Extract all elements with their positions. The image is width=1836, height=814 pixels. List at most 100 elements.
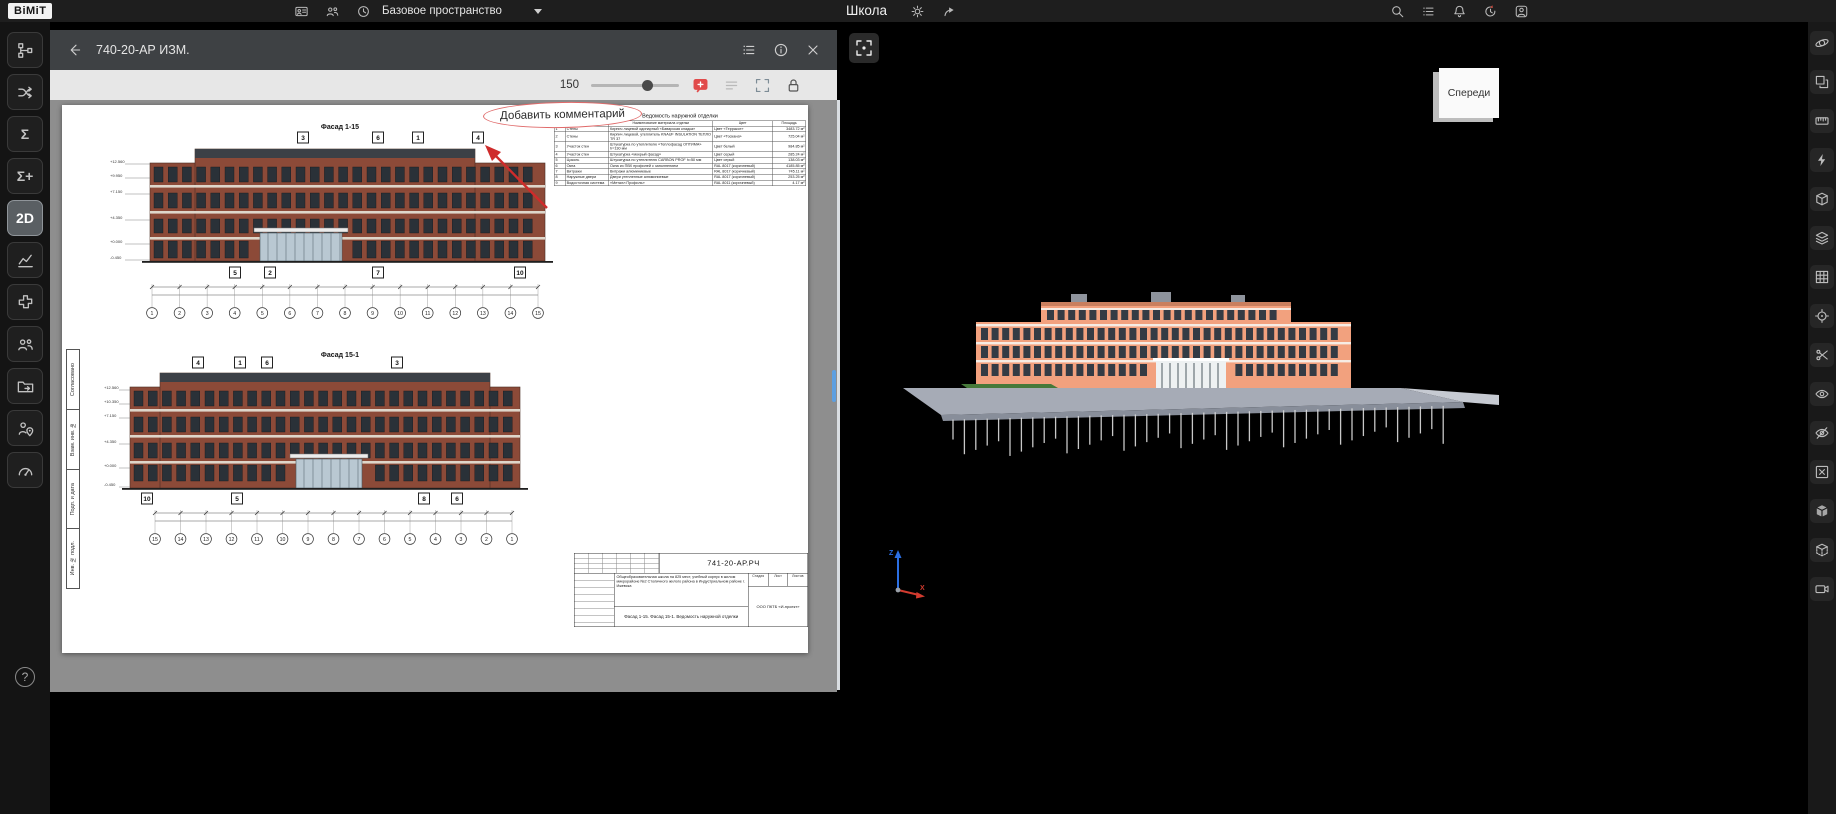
sidebar-item-plugins[interactable] (7, 284, 43, 320)
sidebar-item-users[interactable] (7, 326, 43, 362)
notifications-bell-icon[interactable] (1450, 2, 1468, 20)
sidebar-item-2d-mode[interactable]: 2D (7, 200, 43, 236)
layers-icon[interactable] (1810, 226, 1834, 250)
title-block-stage-cells: Стадия Лист Листов (749, 574, 808, 587)
title-block-code: 741-20-АР.РЧ (660, 554, 808, 574)
svg-text:15: 15 (535, 311, 541, 317)
svg-text:4: 4 (434, 537, 437, 543)
orbit-icon[interactable] (1810, 31, 1834, 55)
view-cube-front[interactable]: Спереди (1439, 68, 1499, 118)
svg-text:3: 3 (395, 360, 399, 367)
sidebar-item-dashboard[interactable] (7, 452, 43, 488)
table-cell: 2 (554, 132, 565, 142)
project-title: Школа (846, 3, 887, 18)
building-geometry (903, 292, 1499, 421)
svg-text:6: 6 (455, 496, 459, 503)
sidebar-item-charts[interactable] (7, 242, 43, 278)
svg-text:12: 12 (229, 537, 235, 543)
facade-15-1-drawing: Фасад 15-1 15141312111098765432141631058… (100, 345, 540, 553)
sidebar-item-sigma-plus[interactable]: Σ+ (7, 158, 43, 194)
svg-text:11: 11 (254, 537, 259, 543)
app-logo[interactable]: BiMiT (8, 3, 52, 19)
widgets-icon[interactable] (292, 2, 310, 20)
sheet-list-icon[interactable] (739, 40, 759, 60)
svg-text:9: 9 (371, 311, 374, 317)
axis-x-label: X (920, 585, 925, 592)
lock-sync-icon[interactable] (784, 76, 803, 95)
svg-text:13: 13 (480, 311, 486, 317)
workspace-selector[interactable]: Базовое пространство (382, 0, 542, 22)
svg-text:5: 5 (235, 496, 239, 503)
sheet-stamp-column: Согласовано Взам. инв. № Подп. и дата Ин… (66, 349, 80, 589)
views-icon[interactable] (1810, 70, 1834, 94)
sidebar-item-user-location[interactable] (7, 410, 43, 446)
close-icon[interactable] (803, 40, 823, 60)
sidebar-item-relations[interactable] (7, 74, 43, 110)
settings-gear-icon[interactable] (908, 2, 926, 20)
document-viewer-area[interactable]: Фасад 1-15 12345678910111213141536145271… (50, 100, 837, 692)
stamp-label: Взам. инв. № (70, 422, 76, 456)
history-icon[interactable] (354, 2, 372, 20)
sidebar-item-structure[interactable] (7, 32, 43, 68)
back-arrow-icon[interactable] (64, 40, 84, 60)
cube-icon[interactable] (1810, 499, 1834, 523)
svg-text:12: 12 (452, 311, 458, 317)
table-cell: 3 (554, 142, 565, 152)
zoom-value: 150 (560, 79, 579, 91)
fullscreen-icon[interactable] (753, 76, 772, 95)
stamp-cell: Инв. № подл. (67, 529, 79, 588)
facade-bottom-title: Фасад 15-1 (321, 352, 359, 359)
clash-icon[interactable] (1810, 148, 1834, 172)
title-block-sheet-name: Фасад 1-15. Фасад 15-1. Ведомость наружн… (615, 606, 749, 626)
box-remove-icon[interactable] (1810, 460, 1834, 484)
zoom-slider[interactable] (591, 84, 679, 87)
svg-text:2: 2 (178, 311, 181, 317)
chevron-down-icon (534, 9, 542, 14)
locate-icon[interactable] (1810, 304, 1834, 328)
svg-text:1: 1 (511, 537, 514, 543)
info-icon[interactable] (771, 40, 791, 60)
focus-selection-icon[interactable] (849, 33, 879, 63)
add-comment-icon[interactable] (691, 76, 710, 95)
comments-list-icon[interactable] (722, 76, 741, 95)
measure-icon[interactable] (1810, 109, 1834, 133)
camera-icon[interactable] (1810, 577, 1834, 601)
viewport-3d[interactable]: Спереди Z X (841, 22, 1808, 814)
table-cell: Водосточная система (565, 180, 608, 186)
table-cell: Стены (565, 132, 608, 142)
topbar-left-icons (292, 2, 372, 20)
svg-text:2: 2 (485, 537, 488, 543)
table-row: 3Участок стенШтукатурка по утеплителю «Т… (554, 142, 806, 152)
eye-icon[interactable] (1810, 382, 1834, 406)
sidebar-item-sigma[interactable]: Σ (7, 116, 43, 152)
svg-text:-0.450: -0.450 (104, 482, 116, 487)
facade-1-15-drawing: Фасад 1-15 12345678910111213141536145271… (90, 115, 560, 327)
building-3d-model[interactable] (901, 284, 1501, 474)
svg-text:+4.350: +4.350 (110, 215, 123, 220)
svg-text:3: 3 (206, 311, 209, 317)
zoom-slider-thumb[interactable] (642, 80, 653, 91)
svg-text:10: 10 (143, 496, 151, 503)
facade-top-geometry: 123456789101112131415361452710+12.560+9.… (110, 132, 553, 318)
clip-icon[interactable] (1810, 343, 1834, 367)
document-scrollbar-thumb[interactable] (832, 370, 836, 402)
orientation-axes: Z X (878, 542, 928, 602)
eye-off-icon[interactable] (1810, 421, 1834, 445)
table-cell: Цвет белый (713, 142, 773, 152)
sidebar-item-shared-folder[interactable] (7, 368, 43, 404)
document-header: 740-20-АР ИЗМ. (50, 30, 837, 70)
grid-icon[interactable] (1810, 265, 1834, 289)
team-icon[interactable] (323, 2, 341, 20)
sheet-col: Лист (768, 574, 788, 587)
menu-list-icon[interactable] (1419, 2, 1437, 20)
user-avatar-icon[interactable] (1512, 2, 1530, 20)
share-icon[interactable] (940, 2, 958, 20)
sync-time-icon[interactable] (1481, 2, 1499, 20)
svg-text:10: 10 (397, 311, 403, 317)
search-icon[interactable] (1388, 2, 1406, 20)
table-cell: 9 (554, 180, 565, 186)
panel-resize-divider[interactable] (837, 100, 840, 690)
help-button[interactable]: ? (15, 667, 35, 687)
box3d-icon[interactable] (1810, 187, 1834, 211)
section-icon[interactable] (1810, 538, 1834, 562)
